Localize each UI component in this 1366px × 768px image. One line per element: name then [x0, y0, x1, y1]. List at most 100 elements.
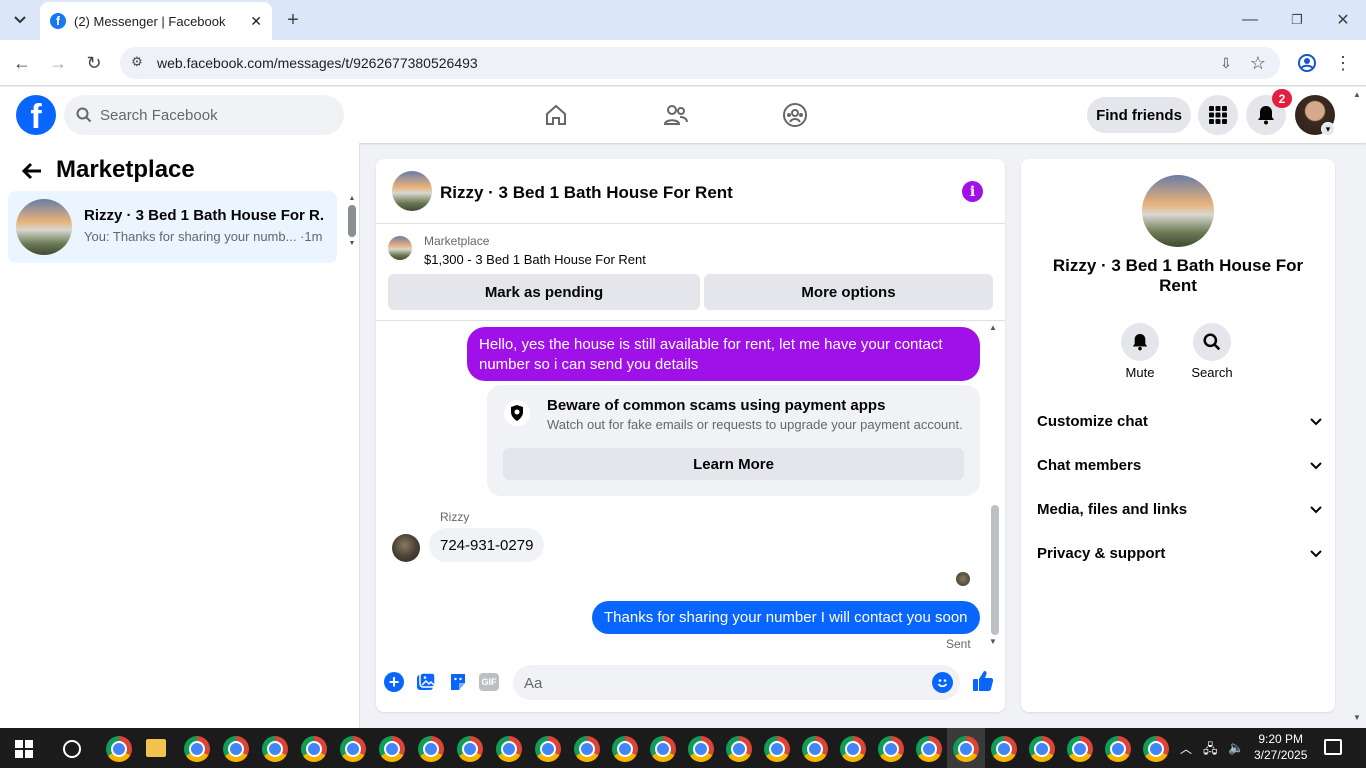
details-avatar[interactable] — [1142, 175, 1214, 247]
home-icon[interactable] — [542, 101, 570, 129]
listing-title[interactable]: $1,300 - 3 Bed 1 Bath House For Rent — [424, 252, 646, 267]
taskbar-clock[interactable]: 9:20 PM 3/27/2025 — [1254, 731, 1307, 763]
volume-icon[interactable]: 🔈 — [1228, 740, 1244, 756]
site-info-icon[interactable]: ⚙ — [128, 53, 146, 71]
friends-icon[interactable] — [662, 101, 690, 129]
photo-icon[interactable] — [416, 672, 436, 692]
chrome-taskbar-icon[interactable] — [535, 736, 561, 762]
read-receipt-avatar — [956, 572, 970, 586]
forward-icon[interactable]: → — [46, 51, 70, 75]
gif-icon[interactable]: GIF — [479, 673, 499, 691]
more-options-button[interactable]: More options — [704, 274, 993, 310]
mute-button[interactable] — [1121, 323, 1159, 361]
chrome-taskbar-icon[interactable] — [340, 736, 366, 762]
search-placeholder: Search Facebook — [100, 106, 218, 124]
chrome-taskbar-icon[interactable] — [184, 736, 210, 762]
chrome-taskbar-icon[interactable] — [916, 736, 942, 762]
chat-scroll-down-icon[interactable]: ▼ — [989, 637, 997, 646]
chrome-taskbar-icon[interactable] — [574, 736, 600, 762]
chrome-taskbar-icon[interactable] — [612, 736, 638, 762]
page-scroll-up-icon[interactable]: ▲ — [1353, 90, 1361, 99]
chrome-taskbar-icon[interactable] — [802, 736, 828, 762]
back-arrow-icon[interactable] — [20, 159, 44, 183]
cortana-search-icon[interactable] — [63, 740, 81, 758]
chrome-taskbar-icon[interactable] — [379, 736, 405, 762]
emoji-icon[interactable] — [932, 672, 953, 693]
message-input[interactable] — [513, 665, 960, 700]
groups-icon[interactable] — [781, 101, 809, 129]
find-friends-button[interactable]: Find friends — [1087, 97, 1191, 133]
chrome-taskbar-icon[interactable] — [726, 736, 752, 762]
tray-chevron-up-icon[interactable]: ︿ — [1180, 740, 1192, 757]
window-close-icon[interactable]: ✕ — [1331, 8, 1355, 32]
chrome-taskbar-icon[interactable] — [953, 736, 979, 762]
chrome-taskbar-icon[interactable] — [650, 736, 676, 762]
privacy-support-row[interactable]: Privacy & support — [1037, 542, 1322, 564]
chrome-taskbar-icon[interactable] — [1067, 736, 1093, 762]
chrome-taskbar-icon[interactable] — [457, 736, 483, 762]
chrome-taskbar-icon[interactable] — [840, 736, 866, 762]
sticker-icon[interactable] — [448, 672, 468, 692]
install-app-icon[interactable]: ⇩ — [1215, 52, 1237, 74]
account-chevron-icon[interactable]: ▾ — [1321, 122, 1335, 136]
customize-chat-row[interactable]: Customize chat — [1037, 410, 1322, 432]
outgoing-message-last[interactable]: Thanks for sharing your number I will co… — [592, 601, 980, 634]
profile-icon[interactable] — [1296, 52, 1318, 74]
chrome-taskbar-icon[interactable] — [301, 736, 327, 762]
chat-title[interactable]: Rizzy · 3 Bed 1 Bath House For Rent — [440, 183, 733, 203]
search-chat-button[interactable] — [1193, 323, 1231, 361]
windows-start-icon[interactable] — [15, 740, 33, 758]
file-explorer-icon[interactable] — [146, 739, 166, 757]
chrome-taskbar-icon[interactable] — [991, 736, 1017, 762]
minimize-icon[interactable]: — — [1238, 8, 1262, 32]
chrome-taskbar-icon[interactable] — [223, 736, 249, 762]
like-icon[interactable] — [972, 670, 996, 694]
browser-tab[interactable]: f (2) Messenger | Facebook ✕ — [40, 2, 272, 40]
tab-close-icon[interactable]: ✕ — [250, 13, 262, 30]
info-icon[interactable]: i — [962, 181, 983, 202]
clock-time: 9:20 PM — [1258, 732, 1304, 746]
incoming-message[interactable]: 724-931-0279 — [429, 528, 545, 562]
media-files-links-row[interactable]: Media, files and links — [1037, 498, 1322, 520]
chat-members-row[interactable]: Chat members — [1037, 454, 1322, 476]
chat-avatar[interactable] — [392, 171, 432, 211]
browser-menu-icon[interactable]: ⋮ — [1332, 52, 1354, 74]
add-icon[interactable]: + — [384, 672, 404, 692]
message-status: Sent — [946, 637, 971, 651]
bookmark-star-icon[interactable]: ☆ — [1247, 52, 1269, 74]
chrome-taskbar-icon[interactable] — [1105, 736, 1131, 762]
details-name: Rizzy · 3 Bed 1 Bath House For Rent — [1052, 256, 1304, 295]
chrome-taskbar-icon[interactable] — [688, 736, 714, 762]
chrome-taskbar-icon[interactable] — [1143, 736, 1169, 762]
chat-scrollbar-thumb[interactable] — [991, 505, 999, 635]
learn-more-button[interactable]: Learn More — [503, 448, 964, 480]
notification-center-icon[interactable] — [1324, 739, 1342, 755]
chat-scroll-up-icon[interactable]: ▲ — [989, 323, 997, 332]
page-scroll-down-icon[interactable]: ▼ — [1353, 713, 1361, 722]
sender-avatar[interactable] — [392, 534, 420, 562]
reload-icon[interactable]: ↻ — [82, 51, 106, 75]
facebook-logo-icon[interactable]: f — [16, 95, 56, 135]
new-tab-icon[interactable]: + — [282, 8, 304, 32]
back-icon[interactable]: ← — [10, 51, 34, 75]
restore-icon[interactable]: ❐ — [1285, 8, 1309, 32]
chrome-taskbar-icon[interactable] — [496, 736, 522, 762]
menu-grid-button[interactable] — [1198, 95, 1238, 135]
conversation-list-scrollbar[interactable]: ▲ ▼ — [347, 195, 357, 257]
listing-divider — [376, 320, 1005, 321]
chrome-taskbar-icon[interactable] — [764, 736, 790, 762]
header-divider — [376, 223, 1005, 224]
tab-search-icon[interactable] — [8, 8, 32, 32]
listing-thumbnail[interactable] — [388, 236, 412, 260]
bell-icon — [1132, 334, 1148, 351]
chrome-taskbar-icon[interactable] — [106, 736, 132, 762]
chrome-taskbar-icon[interactable] — [418, 736, 444, 762]
mark-pending-button[interactable]: Mark as pending — [388, 274, 700, 310]
chevron-down-icon — [1310, 413, 1322, 430]
search-input[interactable]: Search Facebook — [64, 95, 344, 135]
network-icon[interactable]: 🖧 — [1203, 740, 1218, 762]
chrome-taskbar-icon[interactable] — [262, 736, 288, 762]
chrome-taskbar-icon[interactable] — [878, 736, 904, 762]
chrome-taskbar-icon[interactable] — [1029, 736, 1055, 762]
outgoing-message[interactable]: Hello, yes the house is still available … — [467, 327, 980, 381]
